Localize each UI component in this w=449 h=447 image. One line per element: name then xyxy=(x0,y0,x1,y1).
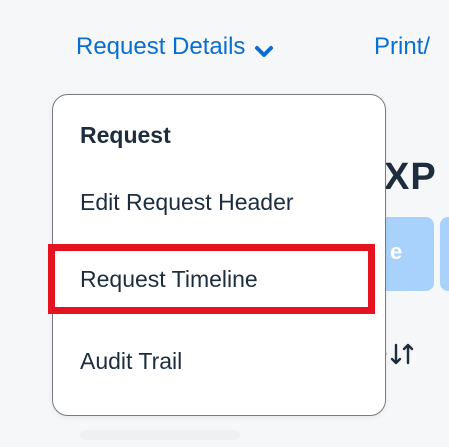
top-navigation: Request Details Print/ xyxy=(0,0,449,96)
request-details-label: Request Details xyxy=(76,33,246,60)
menu-item-audit-trail[interactable]: Audit Trail xyxy=(80,348,182,375)
primary-button-label-fragment: e xyxy=(390,239,403,264)
background-placeholder xyxy=(80,430,240,440)
menu-heading-request: Request xyxy=(80,122,171,148)
menu-item-edit-request-header[interactable]: Edit Request Header xyxy=(80,189,294,216)
chevron-down-icon xyxy=(253,39,275,57)
secondary-button-fragment[interactable] xyxy=(440,217,449,291)
page-title-fragment: XP xyxy=(384,156,437,198)
sort-icon[interactable] xyxy=(390,341,414,367)
request-details-menu-button[interactable]: Request Details xyxy=(76,33,275,61)
highlight-box xyxy=(48,244,375,314)
print-link[interactable]: Print/ xyxy=(374,33,430,61)
